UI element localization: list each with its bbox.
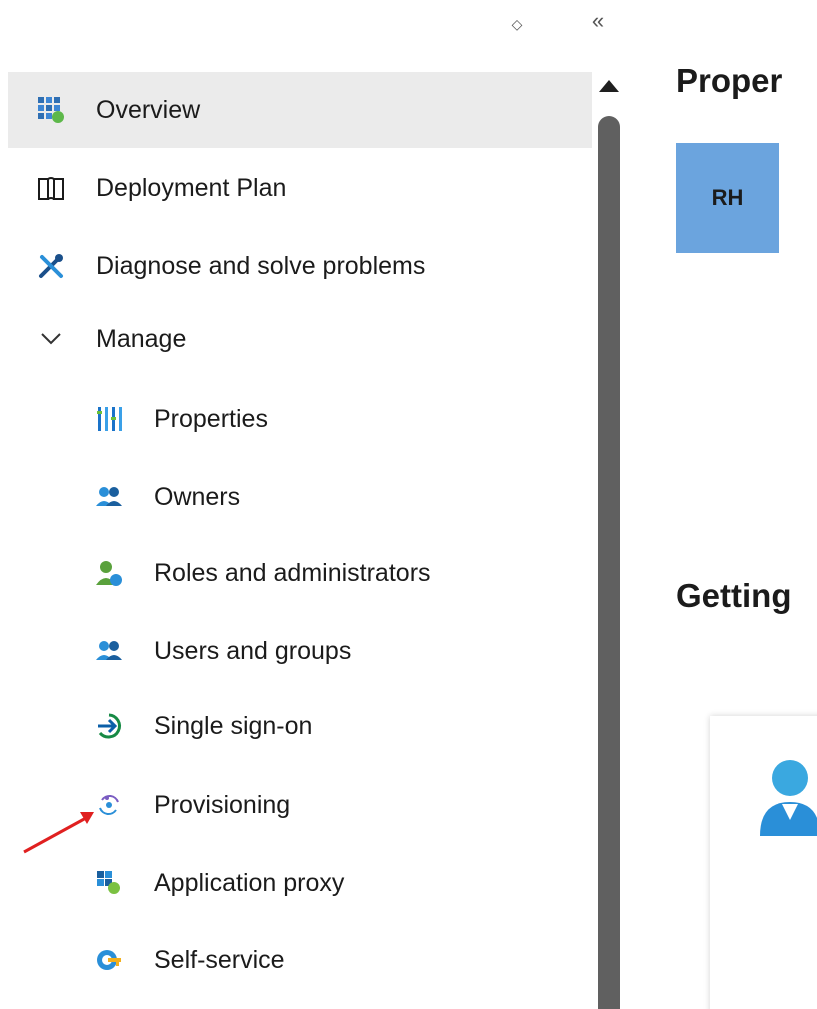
sidebar-item-label: Provisioning	[154, 790, 291, 819]
app-avatar: RH	[676, 143, 779, 253]
properties-bars-icon	[94, 404, 124, 434]
sidebar-item-sso[interactable]: Single sign-on	[8, 688, 592, 764]
sidebar-item-label: Roles and administrators	[154, 558, 431, 587]
user-avatar-icon	[760, 756, 817, 841]
provisioning-icon	[94, 790, 124, 820]
sidebar-item-label: Single sign-on	[154, 711, 313, 740]
owners-icon	[94, 482, 124, 512]
roles-icon	[94, 558, 124, 588]
sidebar-item-label: Overview	[96, 95, 201, 124]
sidebar-item-label: Diagnose and solve problems	[96, 251, 426, 280]
wrench-cross-icon	[36, 251, 66, 281]
overview-grid-icon	[36, 95, 66, 125]
sidebar-item-label: Users and groups	[154, 636, 352, 665]
sidebar-item-label: Deployment Plan	[96, 173, 287, 202]
self-service-icon	[94, 945, 124, 975]
sidebar-scrollbar[interactable]	[596, 72, 622, 1009]
app-proxy-icon	[94, 868, 124, 898]
sidebar-item-self-service[interactable]: Self-service	[8, 922, 592, 998]
sidebar-group-label: Manage	[96, 324, 187, 353]
sidebar-item-diagnose[interactable]: Diagnose and solve problems	[8, 228, 592, 304]
sidebar-item-label: Owners	[154, 482, 241, 511]
sidebar-item-users-groups[interactable]: Users and groups	[8, 613, 592, 689]
users-groups-icon	[94, 636, 124, 666]
collapse-sidebar-icon[interactable]: «	[584, 7, 612, 35]
sidebar-nav: Overview Deployment Plan Diagnose and so…	[8, 72, 592, 1009]
expand-collapse-icon[interactable]: ◇	[503, 10, 531, 38]
sidebar-item-label: Application proxy	[154, 868, 345, 897]
book-icon	[36, 173, 66, 203]
sidebar-item-app-proxy[interactable]: Application proxy	[8, 845, 592, 921]
sidebar-item-label: Properties	[154, 404, 268, 433]
chevron-down-icon	[36, 324, 66, 354]
getting-started-heading: Getting	[676, 577, 792, 614]
sidebar-item-label: Self-service	[154, 945, 285, 974]
sidebar-group-manage[interactable]: Manage	[8, 301, 592, 377]
top-controls: ◇ «	[0, 0, 640, 60]
scroll-up-arrow-icon[interactable]	[599, 80, 619, 92]
sidebar-item-properties[interactable]: Properties	[8, 381, 592, 457]
main-content: Proper RH Getting	[622, 0, 817, 1009]
scroll-thumb[interactable]	[598, 116, 620, 1009]
sidebar-item-deployment-plan[interactable]: Deployment Plan	[8, 150, 592, 226]
sso-arrow-icon	[94, 711, 124, 741]
sidebar-item-owners[interactable]: Owners	[8, 459, 592, 535]
properties-heading: Proper	[676, 62, 783, 99]
sidebar-item-provisioning[interactable]: Provisioning	[8, 767, 592, 843]
getting-started-card[interactable]	[710, 716, 817, 1009]
sidebar-item-overview[interactable]: Overview	[8, 72, 592, 148]
sidebar-item-roles[interactable]: Roles and administrators	[8, 535, 592, 611]
